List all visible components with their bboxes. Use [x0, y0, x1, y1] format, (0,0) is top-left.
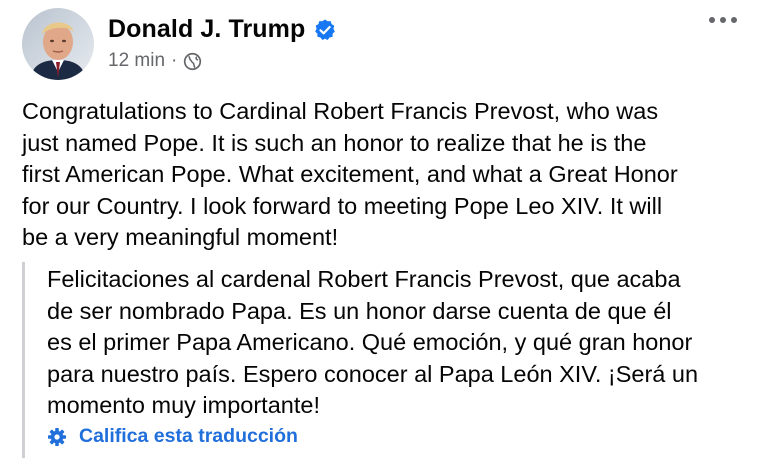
author-row: Donald J. Trump: [108, 15, 337, 44]
author-avatar[interactable]: [22, 8, 94, 80]
translation-text-line: para nuestro país. Espero conocer al Pap…: [47, 360, 699, 387]
gear-icon: [47, 427, 67, 447]
post-text-line: Congratulations to Cardinal Robert Franc…: [22, 98, 659, 124]
post-text-line: just named Pope. It is such an honor to …: [22, 129, 647, 156]
translation-text: Felicitaciones al cardenal Robert Franci…: [47, 264, 762, 422]
translation-text-line: de ser nombrado Papa. Es un honor darse …: [47, 297, 672, 324]
post-text-line: be a very meaningful moment!: [22, 224, 339, 250]
verified-badge-icon: [313, 18, 337, 42]
translation-text-line: Felicitaciones al cardenal Robert Franci…: [47, 266, 681, 292]
more-dot: [720, 17, 726, 23]
translation-text-line: es el primer Papa Americano. Qué emoción…: [47, 329, 693, 355]
more-dot: [731, 17, 737, 23]
translation-text-line: momento muy importante!: [47, 392, 320, 418]
post-text-line: first American Pope. What excitement, an…: [22, 161, 678, 187]
rate-translation-link[interactable]: Califica esta traducción: [47, 425, 298, 448]
post-meta: 12 min ·: [108, 50, 202, 72]
globe-icon[interactable]: [183, 52, 202, 71]
translation-block: Felicitaciones al cardenal Robert Franci…: [22, 262, 765, 458]
post-timestamp[interactable]: 12 min: [108, 50, 165, 72]
author-name[interactable]: Donald J. Trump: [108, 15, 305, 44]
rate-translation-label[interactable]: Califica esta traducción: [79, 425, 298, 448]
post-text: Congratulations to Cardinal Robert Franc…: [22, 96, 752, 254]
more-dot: [709, 17, 715, 23]
meta-separator: ·: [171, 50, 178, 71]
post-header: Donald J. Trump 12 min ·: [0, 0, 768, 90]
avatar-image: [22, 8, 94, 80]
post-text-line: for our Country. I look forward to meeti…: [22, 192, 663, 219]
more-options-icon[interactable]: [709, 17, 737, 23]
